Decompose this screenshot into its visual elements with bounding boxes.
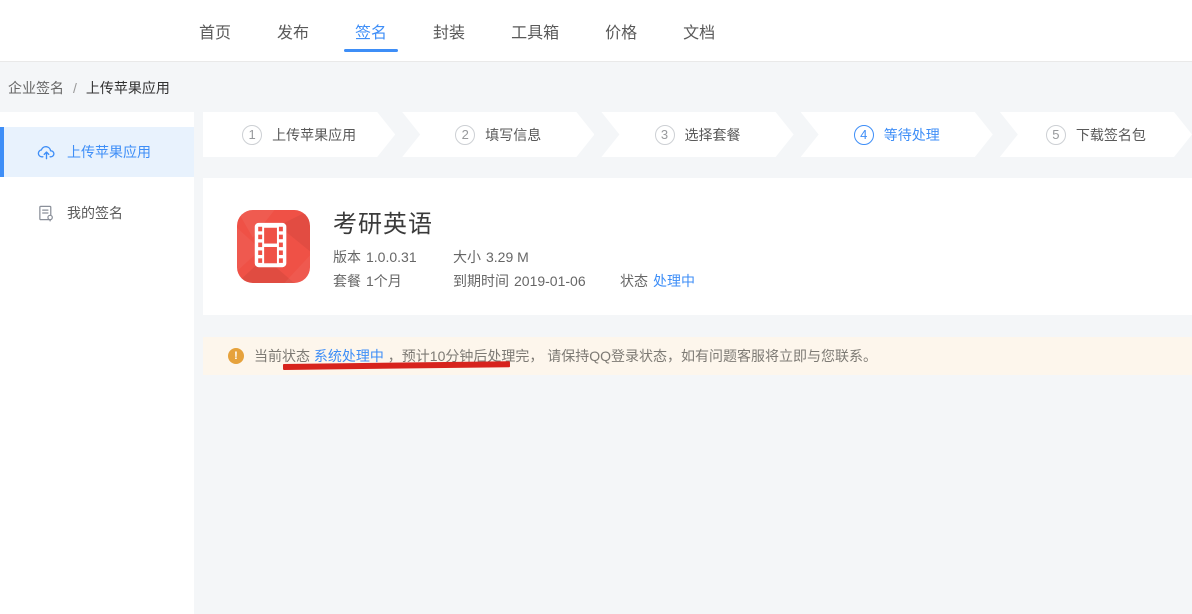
step-number: 3 <box>655 125 675 145</box>
film-strip-app-icon <box>237 210 310 283</box>
plan-value: 1个月 <box>366 273 402 289</box>
sidebar-item-label: 我的签名 <box>67 203 123 223</box>
status-value: 处理中 <box>653 273 695 289</box>
app-plan: 套餐 1个月 <box>333 271 453 291</box>
main-content: 1 上传苹果应用 2 填写信息 3 选择套餐 4 等待处理 5 下载签名包 <box>203 112 1192 375</box>
nav-item-toolbox[interactable]: 工具箱 <box>511 19 559 43</box>
size-value: 3.29 M <box>486 249 529 265</box>
sidebar-item-label: 上传苹果应用 <box>67 142 151 162</box>
app-meta-row-2: 套餐 1个月 到期时间 2019-01-06 状态处理中 <box>333 271 695 291</box>
plan-label: 套餐 <box>333 273 361 289</box>
steps-wizard: 1 上传苹果应用 2 填写信息 3 选择套餐 4 等待处理 5 下载签名包 <box>203 112 1192 157</box>
nav-item-home[interactable]: 首页 <box>199 19 231 43</box>
status-notice-bar: ! 当前状态 系统处理中 ，预计10分钟后处理完， 请保持QQ登录状态，如有问题… <box>203 337 1192 375</box>
nav-item-sign[interactable]: 签名 <box>355 19 387 43</box>
step-upload-app: 1 上传苹果应用 <box>203 112 395 157</box>
active-tab-underline <box>344 49 398 52</box>
sidebar-item-upload-apple-app[interactable]: 上传苹果应用 <box>0 127 194 177</box>
step-number: 1 <box>242 125 262 145</box>
breadcrumb-separator: / <box>73 80 77 96</box>
step-label: 等待处理 <box>884 125 940 145</box>
sidebar-item-my-signatures[interactable]: 我的签名 <box>0 188 194 238</box>
nav-item-price[interactable]: 价格 <box>605 19 637 43</box>
signature-document-icon <box>37 204 56 223</box>
step-number: 4 <box>854 125 874 145</box>
app-expire: 到期时间 2019-01-06 <box>453 271 620 291</box>
warning-icon: ! <box>228 348 244 364</box>
app-meta-row-1: 版本 1.0.0.31 大小 3.29 M <box>333 247 620 267</box>
breadcrumb: 企业签名 / 上传苹果应用 <box>0 63 170 112</box>
step-label: 上传苹果应用 <box>272 125 356 145</box>
active-item-bar <box>0 127 4 177</box>
step-download-package: 5 下载签名包 <box>1000 112 1192 157</box>
step-waiting-process: 4 等待处理 <box>801 112 993 157</box>
page: 首页 发布 签名 封装 工具箱 价格 文档 企业签名 / 上传苹果应用 上传苹果… <box>0 0 1192 614</box>
step-number: 2 <box>455 125 475 145</box>
expire-label: 到期时间 <box>453 273 509 289</box>
step-choose-plan: 3 选择套餐 <box>601 112 793 157</box>
status-label: 状态 <box>620 273 648 289</box>
breadcrumb-current: 上传苹果应用 <box>86 78 170 98</box>
version-value: 1.0.0.31 <box>366 249 417 265</box>
step-label: 下载签名包 <box>1076 125 1146 145</box>
size-label: 大小 <box>453 249 481 265</box>
step-number: 5 <box>1046 125 1066 145</box>
app-name: 考研英语 <box>333 204 433 239</box>
nav-item-docs[interactable]: 文档 <box>683 19 715 43</box>
nav-item-sign-label: 签名 <box>355 25 387 42</box>
app-card: 考研英语 版本 1.0.0.31 大小 3.29 M 套餐 1个月 到期时间 2019-… <box>203 178 1192 315</box>
app-version: 版本 1.0.0.31 <box>333 247 453 267</box>
sidebar: 上传苹果应用 我的签名 <box>0 112 194 614</box>
step-label: 填写信息 <box>485 125 541 145</box>
top-nav: 首页 发布 签名 封装 工具箱 价格 文档 <box>0 0 1192 62</box>
step-fill-info: 2 填写信息 <box>402 112 594 157</box>
nav-item-package[interactable]: 封装 <box>433 19 465 43</box>
cloud-upload-icon <box>37 143 56 162</box>
app-status: 状态处理中 <box>620 271 695 291</box>
version-label: 版本 <box>333 249 361 265</box>
notice-prefix: 当前状态 <box>254 348 314 364</box>
expire-value: 2019-01-06 <box>514 273 586 289</box>
notice-status-link[interactable]: 系统处理中 <box>314 348 384 364</box>
breadcrumb-parent[interactable]: 企业签名 <box>8 78 64 98</box>
app-size: 大小 3.29 M <box>453 247 620 267</box>
nav-item-publish[interactable]: 发布 <box>277 19 309 43</box>
step-label: 选择套餐 <box>685 125 741 145</box>
